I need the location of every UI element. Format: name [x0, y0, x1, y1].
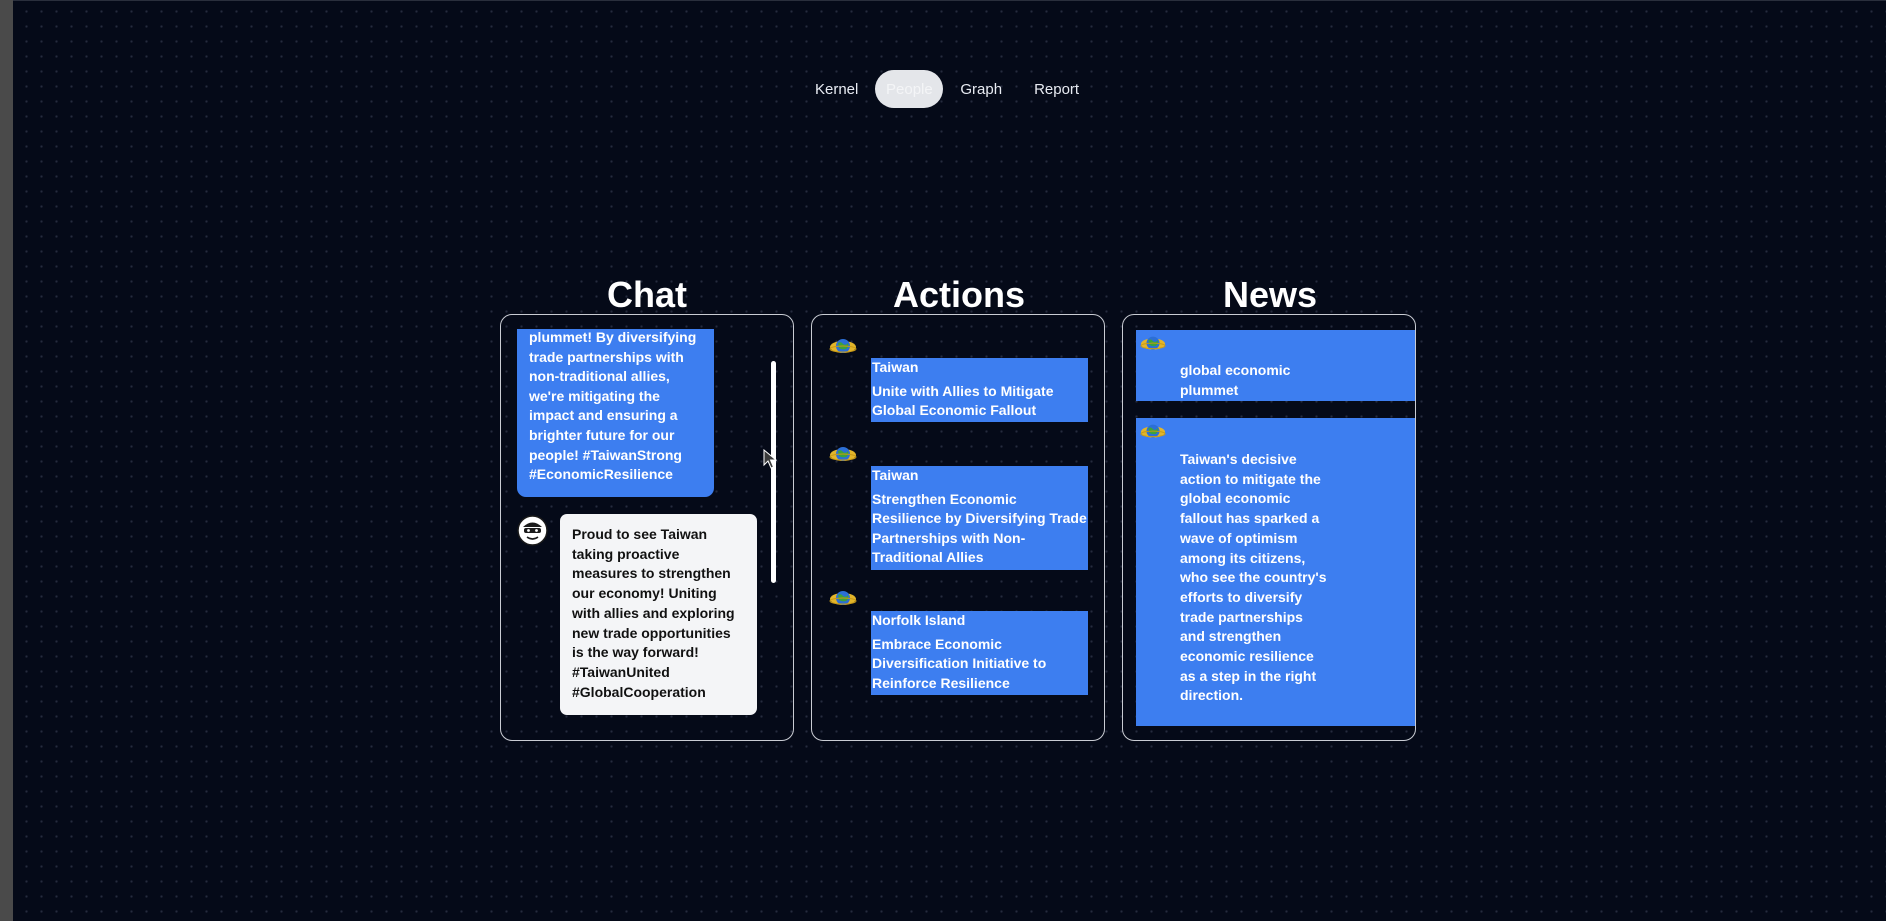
action-actor: Taiwan — [872, 467, 919, 483]
news-text: Taiwan's decisive action to mitigate the… — [1180, 451, 1327, 704]
actions-panel[interactable]: Taiwan Unite with Allies to Mitigate Glo… — [811, 314, 1105, 741]
globe-icon — [829, 591, 857, 605]
window-left-rail — [0, 0, 13, 921]
chat-scrollbar[interactable] — [771, 361, 776, 583]
chat-title: Chat — [607, 274, 687, 315]
action-card[interactable]: Norfolk Island Embrace Economic Diversif… — [871, 611, 1088, 695]
tab-kernel[interactable]: Kernel — [800, 70, 873, 108]
news-card[interactable]: Taiwan's decisive action to mitigate the… — [1136, 418, 1415, 726]
chat-message-text: plummet! By diversifying trade partnersh… — [529, 329, 697, 483]
action-card[interactable]: Taiwan Strengthen Economic Resilience by… — [871, 466, 1088, 570]
tab-graph[interactable]: Graph — [945, 70, 1017, 108]
globe-icon — [1140, 336, 1166, 350]
tab-report[interactable]: Report — [1019, 70, 1094, 108]
chat-message-white: Proud to see Taiwan taking proactive mea… — [560, 514, 757, 715]
chat-message-text: Proud to see Taiwan taking proactive mea… — [572, 526, 735, 700]
globe-icon — [829, 339, 857, 353]
news-panel[interactable]: global economic plummet Taiwan's decisiv… — [1122, 314, 1416, 741]
action-actor: Norfolk Island — [872, 612, 966, 628]
news-title: News — [1222, 274, 1318, 315]
action-actor: Taiwan — [872, 359, 919, 375]
tab-people[interactable]: People — [875, 70, 944, 108]
news-card[interactable]: global economic plummet — [1136, 330, 1415, 401]
news-text: global economic plummet — [1180, 362, 1291, 398]
action-text: Strengthen Economic Resilience by Divers… — [872, 490, 1087, 566]
chat-message-blue: plummet! By diversifying trade partnersh… — [517, 329, 714, 497]
action-card[interactable]: Taiwan Unite with Allies to Mitigate Glo… — [871, 358, 1088, 422]
actions-title: Actions — [892, 274, 1025, 315]
globe-icon — [829, 447, 857, 461]
mouse-cursor-icon — [763, 449, 777, 469]
chat-panel[interactable]: plummet! By diversifying trade partnersh… — [500, 314, 794, 741]
globe-icon — [1140, 424, 1166, 438]
top-nav: Kernel People Graph Report — [800, 70, 1094, 108]
action-text: Unite with Allies to Mitigate Global Eco… — [872, 382, 1054, 419]
action-text: Embrace Economic Diversification Initiat… — [872, 635, 1047, 691]
window-top-border — [13, 0, 1886, 1]
masked-face-avatar-icon — [517, 515, 548, 546]
